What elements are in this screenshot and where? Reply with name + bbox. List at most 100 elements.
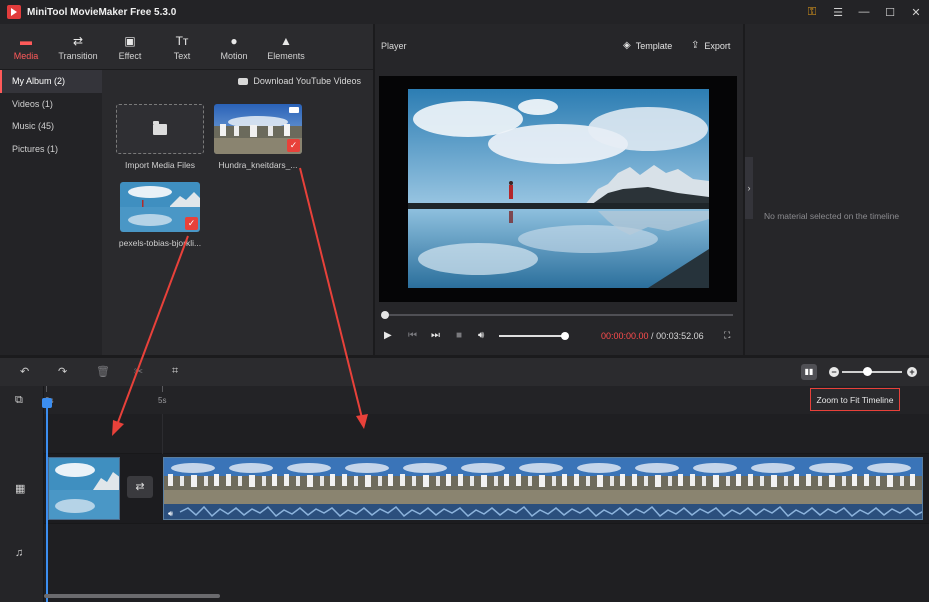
video-preview[interactable] xyxy=(379,76,737,302)
checkmark-icon: ✓ xyxy=(287,139,300,152)
folder-icon: ▬ xyxy=(20,34,32,48)
photo-label: pexels-tobias-bjorkli... xyxy=(118,238,202,248)
total-time: 00:03:52.06 xyxy=(656,331,704,341)
media-item-photo[interactable]: ✓ pexels-tobias-bjorkli... xyxy=(116,182,204,248)
audio-mixer-icon[interactable]: ▮▮ xyxy=(801,364,817,380)
seek-bar[interactable] xyxy=(383,314,733,316)
playhead-handle[interactable] xyxy=(42,398,52,408)
camera-icon xyxy=(289,107,299,113)
photo-thumbnail[interactable]: ✓ xyxy=(120,182,200,232)
close-button[interactable]: ✕ xyxy=(903,0,929,24)
seek-handle[interactable] xyxy=(381,311,389,319)
video-clip-filmstrip: 🔊︎ xyxy=(164,458,922,519)
transition-icon: ⇄ xyxy=(72,34,84,48)
current-time: 00:00:00.00 xyxy=(601,331,649,341)
player-title: Player xyxy=(381,41,407,51)
collapse-handle[interactable]: › xyxy=(745,157,753,219)
timeline-photo-clip[interactable] xyxy=(48,457,120,520)
add-track-icon[interactable]: ⧉ xyxy=(15,394,23,407)
zoom-in-button[interactable]: + xyxy=(907,367,917,377)
album-list: My Album (2) Videos (1) Music (45) Pictu… xyxy=(0,70,102,355)
text-icon: Tт xyxy=(175,34,189,48)
app-logo-icon xyxy=(7,5,21,19)
tab-elements[interactable]: ▲ Elements xyxy=(260,24,312,70)
tab-motion[interactable]: ● Motion xyxy=(208,24,260,70)
undo-icon[interactable]: ↶ xyxy=(20,365,29,378)
volume-handle[interactable] xyxy=(561,332,569,340)
top-tabs: ▬ Media ⇄ Transition ▣ Effect Tт Text ● … xyxy=(0,24,373,70)
time-display: 00:00:00.00 / 00:03:52.06 xyxy=(601,331,704,341)
export-label: Export xyxy=(704,40,731,51)
menu-icon[interactable]: ☰ xyxy=(825,0,851,24)
tick-line xyxy=(162,386,163,392)
key-icon[interactable]: ⚿ xyxy=(799,0,825,24)
timeline-scrollbar[interactable] xyxy=(44,594,220,598)
next-frame-button[interactable]: ⏭ xyxy=(431,330,440,341)
properties-panel: › No material selected on the timeline xyxy=(745,24,929,355)
photo-clip-image xyxy=(49,458,119,519)
download-youtube-button[interactable]: Download YouTube Videos xyxy=(238,76,361,86)
layers-icon: ◈ xyxy=(623,40,631,51)
album-item-my-album[interactable]: My Album (2) xyxy=(0,70,102,93)
import-media-item[interactable]: Import Media Files xyxy=(116,104,204,170)
zoom-handle[interactable] xyxy=(863,367,872,376)
export-button[interactable]: ⇪ Export xyxy=(691,40,730,51)
playhead[interactable] xyxy=(46,400,48,602)
stop-button[interactable]: ■ xyxy=(456,330,462,341)
app-title: MiniTool MovieMaker Free 5.3.0 xyxy=(27,6,177,18)
tab-label: Effect xyxy=(118,51,142,61)
zoom-out-button[interactable]: − xyxy=(829,367,839,377)
zoom-to-fit-timeline-tooltip[interactable]: Zoom to Fit Timeline xyxy=(810,388,900,411)
album-item-pictures[interactable]: Pictures (1) xyxy=(0,138,102,161)
track-divider xyxy=(162,414,163,454)
preview-image-art xyxy=(408,89,709,288)
motion-icon: ● xyxy=(230,34,238,48)
folder-icon xyxy=(153,120,167,135)
download-youtube-label: Download YouTube Videos xyxy=(253,76,361,86)
template-button[interactable]: ◈ Template xyxy=(623,40,672,51)
timeline-video-clip[interactable]: 🔊︎ xyxy=(163,457,923,520)
video-track-icon: ▦ xyxy=(15,483,26,495)
checkmark-icon: ✓ xyxy=(185,217,198,230)
tab-transition[interactable]: ⇄ Transition xyxy=(52,24,104,70)
media-library: Download YouTube Videos Import Media Fil… xyxy=(102,70,373,355)
volume-icon[interactable]: 🔊︎ xyxy=(478,330,484,341)
video-thumbnail[interactable]: ✓ xyxy=(214,104,302,154)
tab-text[interactable]: Tт Text xyxy=(156,24,208,70)
tab-label: Media xyxy=(13,51,39,61)
minimize-button[interactable]: — xyxy=(851,0,877,24)
play-button[interactable]: ▶ xyxy=(384,330,392,341)
tab-label: Transition xyxy=(58,51,98,61)
music-track[interactable] xyxy=(44,524,929,584)
delete-icon[interactable]: 🗑︎ xyxy=(96,365,110,378)
redo-icon[interactable]: ↷ xyxy=(58,365,67,378)
volume-slider[interactable] xyxy=(499,335,565,337)
player-panel: Player ◈ Template ⇪ Export ▶ ⏮ ⏭ ■ 🔊︎ 00… xyxy=(375,24,743,355)
video-label: Hundra_kneitdars_... xyxy=(218,160,298,170)
tick-label: 5s xyxy=(158,396,167,405)
import-media-box[interactable] xyxy=(116,104,204,154)
album-item-music[interactable]: Music (45) xyxy=(0,115,102,138)
zoom-slider[interactable] xyxy=(842,371,902,373)
tab-effect[interactable]: ▣ Effect xyxy=(104,24,156,70)
export-icon: ⇪ xyxy=(691,40,700,51)
template-label: Template xyxy=(635,40,673,51)
crop-icon[interactable]: ⌗ xyxy=(172,365,178,378)
title-bar: MiniTool MovieMaker Free 5.3.0 ⚿ ☰ — ☐ ✕ xyxy=(0,0,929,24)
time-ruler[interactable]: 0s 5s xyxy=(44,386,929,414)
transition-slot-button[interactable]: ⇄ xyxy=(127,476,153,498)
split-icon[interactable]: ✂ xyxy=(134,365,143,378)
tab-label: Text xyxy=(173,51,191,61)
effect-icon: ▣ xyxy=(124,34,136,48)
tab-media[interactable]: ▬ Media xyxy=(0,24,52,70)
tab-label: Elements xyxy=(267,51,305,61)
overlay-track[interactable] xyxy=(44,414,929,454)
player-header: Player ◈ Template ⇪ Export xyxy=(375,24,743,68)
media-item-video[interactable]: ✓ Hundra_kneitdars_... xyxy=(214,104,302,170)
svg-text:🔊︎: 🔊︎ xyxy=(168,509,173,518)
timeline-toolbar: ↶ ↷ 🗑︎ ✂ ⌗ ▮▮ − + xyxy=(0,358,929,386)
maximize-button[interactable]: ☐ xyxy=(877,0,903,24)
album-item-videos[interactable]: Videos (1) xyxy=(0,93,102,116)
fullscreen-icon[interactable]: ⛶ xyxy=(724,330,730,341)
previous-frame-button[interactable]: ⏮ xyxy=(408,330,417,341)
